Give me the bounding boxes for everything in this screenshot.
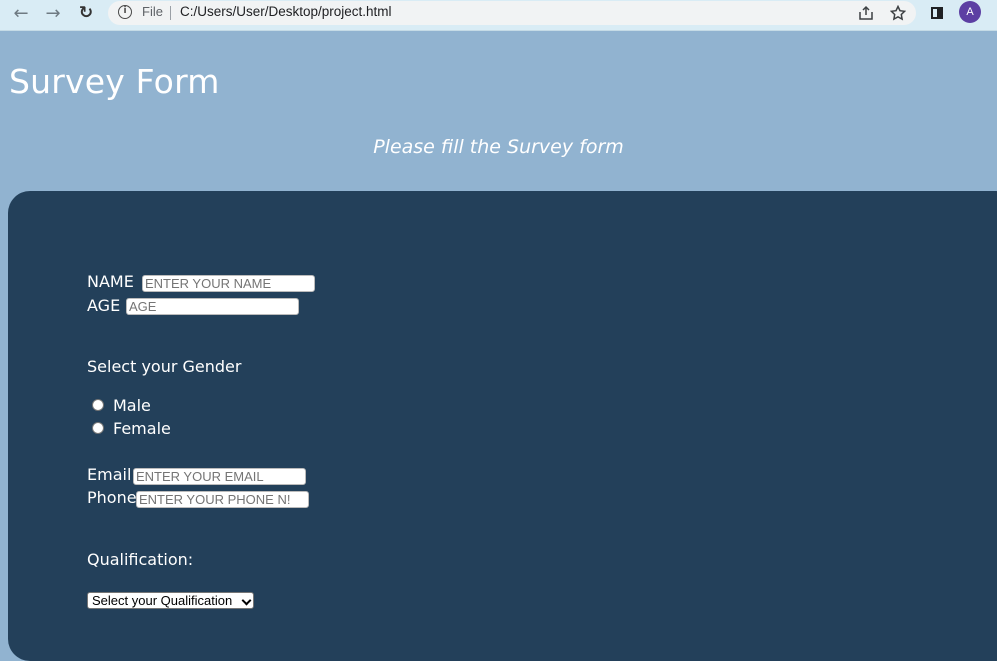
name-input[interactable]: [142, 275, 315, 292]
age-input[interactable]: [126, 298, 299, 315]
email-label: Email: [87, 465, 132, 484]
qualification-heading: Qualification:: [87, 550, 194, 569]
url-text[interactable]: C:/Users/User/Desktop/project.html: [180, 4, 392, 19]
side-panel-icon[interactable]: [926, 3, 948, 23]
qualification-select-value: Select your Qualification: [92, 593, 233, 608]
phone-input[interactable]: [136, 491, 309, 508]
gender-radio-male[interactable]: [92, 399, 104, 411]
share-icon[interactable]: [856, 3, 876, 23]
address-separator: [170, 6, 171, 20]
phone-label: Phone: [87, 488, 137, 507]
gender-option-female: Female: [113, 419, 171, 438]
gender-option-male: Male: [113, 396, 151, 415]
email-input[interactable]: [133, 468, 306, 485]
gender-heading: Select your Gender: [87, 357, 242, 376]
forward-arrow-icon[interactable]: →: [40, 2, 66, 24]
page-title: Survey Form: [9, 62, 220, 101]
info-icon[interactable]: i: [118, 5, 132, 19]
gender-radio-female[interactable]: [92, 422, 104, 434]
back-arrow-icon[interactable]: ←: [8, 2, 34, 24]
browser-toolbar: ← → ↻ i File C:/Users/User/Desktop/proje…: [0, 0, 997, 31]
address-bar[interactable]: i File C:/Users/User/Desktop/project.htm…: [108, 1, 916, 25]
star-icon[interactable]: [888, 3, 908, 23]
reload-icon[interactable]: ↻: [73, 2, 99, 24]
qualification-select[interactable]: Select your Qualification: [87, 592, 254, 609]
name-label: NAME: [87, 272, 134, 291]
page-subtitle: Please fill the Survey form: [373, 136, 624, 158]
avatar[interactable]: A: [959, 1, 981, 23]
chevron-down-icon: [241, 595, 252, 606]
file-label: File: [142, 4, 163, 19]
age-label: AGE: [87, 296, 121, 315]
